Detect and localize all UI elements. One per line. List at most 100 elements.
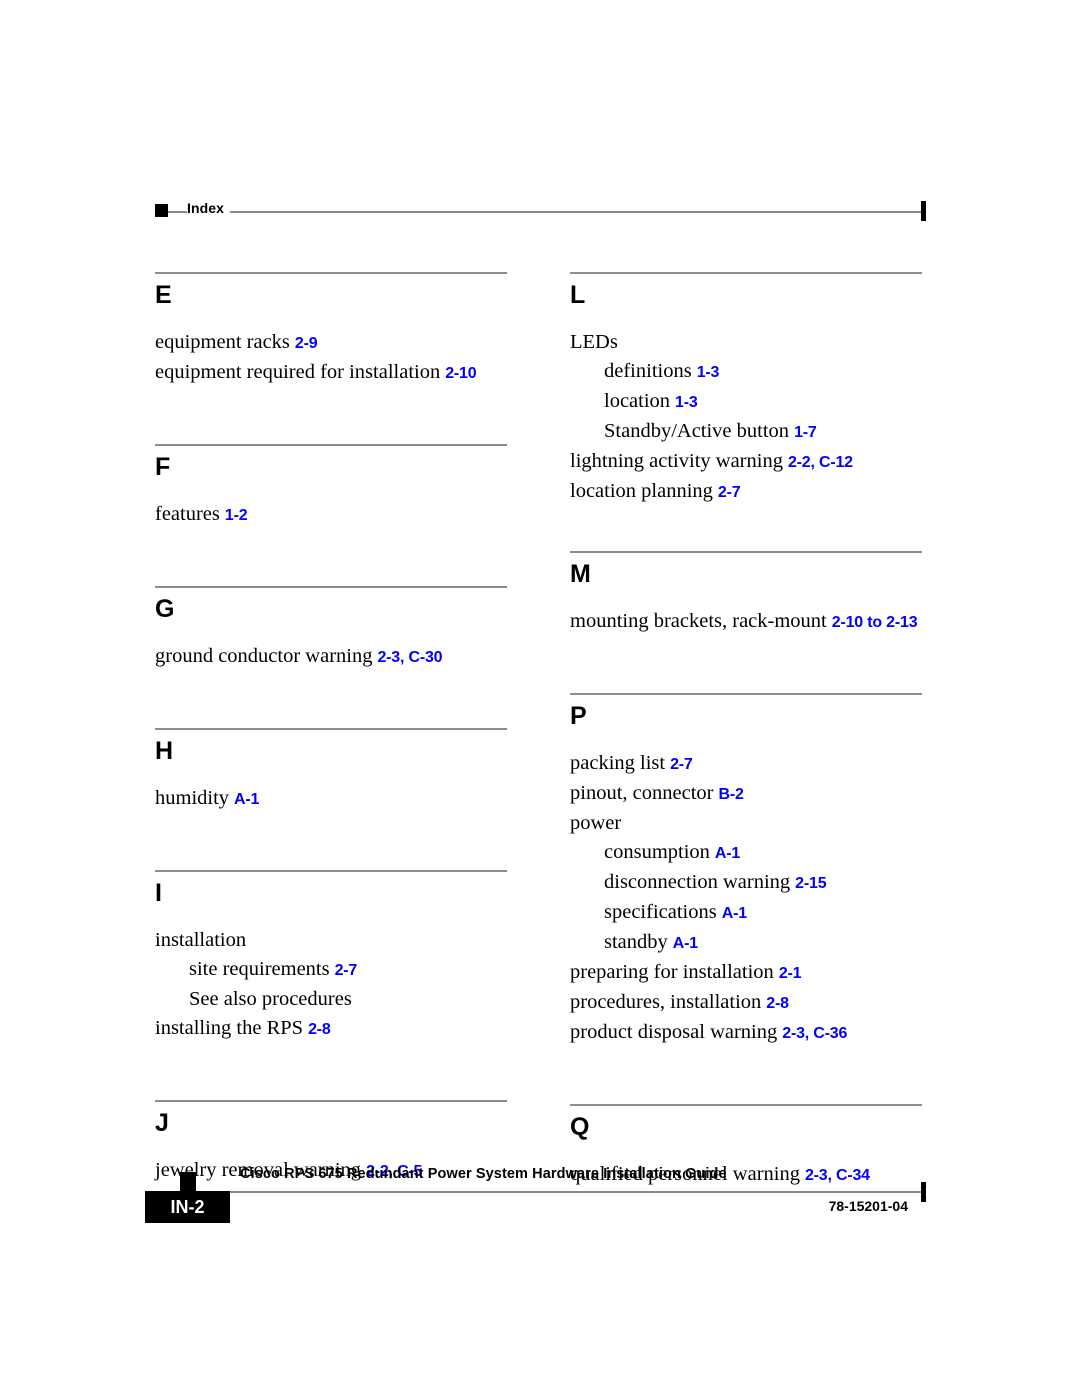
index-entry-text: location planning	[570, 480, 713, 502]
index-entry-text: consumption	[604, 841, 710, 863]
index-page-reference[interactable]: 2-10 to 2-13	[827, 614, 918, 631]
letter-heading: Q	[570, 1113, 590, 1141]
index-letter-section: Eequipment racks 2-9 equipment required fo…	[155, 272, 507, 388]
index-letter-section: Ppacking list 2-7 pinout, connector B-2 powe…	[570, 693, 922, 1048]
index-subentry: specifications A-1	[570, 898, 922, 928]
letter-heading: P	[570, 702, 587, 730]
index-entry: humidity A-1	[155, 784, 507, 814]
footer-document-number: 78-15201-04	[828, 1198, 908, 1214]
letter-heading: G	[155, 595, 175, 623]
letter-heading: H	[155, 737, 173, 765]
index-page-reference[interactable]: 2-1	[774, 965, 802, 982]
index-entry-text: location	[604, 390, 671, 412]
index-entry-text: ground conductor warning	[155, 645, 373, 667]
footer-divider-rule	[193, 1191, 922, 1193]
letter-section-rule	[155, 586, 507, 588]
index-page-reference[interactable]: 2-7	[713, 484, 741, 501]
index-page-reference[interactable]: 2-9	[290, 335, 318, 352]
index-entry: mounting brackets, rack-mount 2-10 to 2-1…	[570, 607, 922, 637]
index-page-reference[interactable]: 2-2, C-12	[783, 454, 853, 471]
letter-section-rule	[155, 444, 507, 446]
index-page-reference[interactable]: 2-3, C-36	[777, 1025, 847, 1042]
index-page-reference[interactable]: 2-10	[440, 365, 476, 382]
index-entry-text: mounting brackets, rack-mount	[570, 610, 827, 632]
index-entry: preparing for installation 2-1	[570, 958, 922, 988]
index-entry-list: packing list 2-7 pinout, connector B-2 power…	[570, 749, 922, 1048]
index-page-reference[interactable]: A-1	[668, 935, 698, 952]
index-entry-list: humidity A-1	[155, 784, 507, 814]
index-page-reference[interactable]: 2-7	[330, 962, 358, 979]
index-entry-list: equipment racks 2-9 equipment required for…	[155, 328, 507, 388]
index-entry: product disposal warning 2-3, C-36	[570, 1018, 922, 1048]
index-page-reference[interactable]: 2-15	[790, 875, 826, 892]
letter-heading: M	[570, 560, 591, 588]
index-entry-text: LEDs	[570, 331, 618, 353]
index-entry-text: humidity	[155, 787, 230, 809]
letter-heading: E	[155, 281, 172, 309]
footer-bullet-square-icon	[180, 1172, 196, 1191]
index-letter-section: Ffeatures 1-2	[155, 444, 507, 530]
letter-section-rule	[155, 728, 507, 730]
footer-page-number: IN-2	[170, 1197, 205, 1217]
header-divider-rule	[155, 211, 922, 213]
index-subentry: See also procedures	[155, 985, 507, 1014]
letter-heading: I	[155, 879, 162, 907]
page-header: Index	[155, 196, 926, 222]
index-page-reference[interactable]: B-2	[713, 786, 743, 803]
index-subentry: consumption A-1	[570, 838, 922, 868]
index-entry-text: lightning activity warning	[570, 450, 783, 472]
index-entry: pinout, connector B-2	[570, 779, 922, 809]
index-subentry: disconnection warning 2-15	[570, 868, 922, 898]
index-page-reference[interactable]: 1-2	[220, 507, 248, 524]
index-entry: installation	[155, 926, 507, 955]
index-entry: lightning activity warning 2-2, C-12	[570, 447, 922, 477]
index-page-reference[interactable]: 2-8	[761, 995, 789, 1012]
index-subentry: definitions 1-3	[570, 357, 922, 387]
index-letter-section: Mmounting brackets, rack-mount 2-10 to 2-…	[570, 551, 922, 637]
index-entry-list: LEDs definitions 1-3 location 1-3 Standby/Act…	[570, 328, 922, 507]
index-letter-section: L LEDs definitions 1-3 location 1-3 Standby/Ac…	[570, 272, 922, 507]
index-entry: equipment racks 2-9	[155, 328, 507, 358]
index-page-reference[interactable]: 2-8	[303, 1021, 331, 1038]
index-page-reference[interactable]: A-1	[710, 845, 740, 862]
header-section-label: Index	[187, 200, 231, 216]
header-edge-tick-mark	[921, 201, 926, 221]
index-entry: installing the RPS 2-8	[155, 1014, 507, 1044]
index-entry-text: power	[570, 812, 622, 834]
index-entry-text: disconnection warning	[604, 871, 791, 893]
index-entry-text: pinout, connector	[570, 782, 714, 804]
index-entry: features 1-2	[155, 500, 507, 530]
index-page-reference[interactable]: 1-7	[789, 424, 817, 441]
index-entry-list: ground conductor warning 2-3, C-30	[155, 642, 507, 672]
letter-section-rule	[155, 870, 507, 872]
index-entry-text: installing the RPS	[155, 1017, 304, 1039]
index-entry-text: equipment racks	[155, 331, 290, 353]
index-page-reference[interactable]: 2-3, C-30	[372, 649, 442, 666]
index-entry-text: procedures, installation	[570, 991, 762, 1013]
header-bullet-square-icon	[155, 204, 168, 217]
index-page-reference[interactable]: 1-3	[692, 364, 720, 381]
index-entry: LEDs	[570, 328, 922, 357]
index-entry: equipment required for installation 2-10	[155, 358, 507, 388]
index-letter-section: Iinstallation site requirements 2-7 See als…	[155, 870, 507, 1044]
index-page-reference[interactable]: 1-3	[670, 394, 698, 411]
index-subentry: Standby/Active button 1-7	[570, 417, 922, 447]
index-entry-text: equipment required for installation	[155, 361, 441, 383]
index-entry-text: preparing for installation	[570, 961, 774, 983]
index-entry-text: standby	[604, 931, 668, 953]
index-page-reference[interactable]: 2-7	[665, 756, 693, 773]
index-page-reference[interactable]: A-1	[717, 905, 747, 922]
index-entry-text: Standby/Active button	[604, 420, 790, 442]
index-entry-list: mounting brackets, rack-mount 2-10 to 2-1…	[570, 607, 922, 637]
letter-section-rule	[570, 551, 922, 553]
index-entry: power	[570, 809, 922, 838]
index-page-reference[interactable]: A-1	[229, 791, 259, 808]
index-entry-text: site requirements	[189, 958, 330, 980]
